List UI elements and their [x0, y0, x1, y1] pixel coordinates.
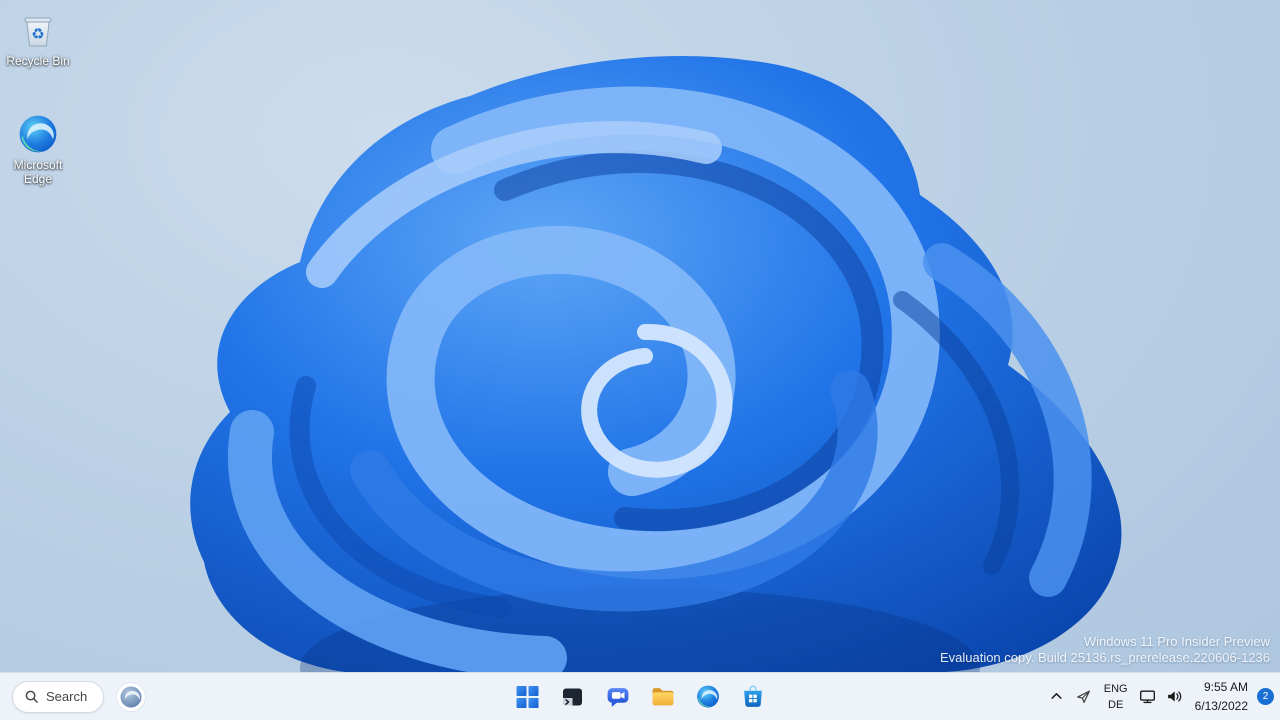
windows-11-desktop: ♻ Recycle Bin Microsoft Edge Windows 11 …: [0, 0, 1280, 720]
terminal-icon: [563, 688, 582, 705]
speaker-icon: [1168, 691, 1182, 702]
windows-start-icon: [516, 685, 539, 708]
ethernet-network-icon: [1140, 690, 1156, 704]
taskbar-left: Search: [12, 673, 147, 720]
language-secondary: DE: [1108, 698, 1124, 711]
chevron-up-icon: [1051, 693, 1062, 699]
desktop-wallpaper: ♻ Recycle Bin Microsoft Edge Windows 11 …: [0, 0, 1280, 672]
taskbar: Search ENG DE 9:55 AM 6/13/2022 2: [0, 672, 1280, 720]
hidden-icons-button[interactable]: [1044, 680, 1070, 714]
file-explorer-icon: [652, 688, 673, 706]
microsoft-store-button[interactable]: [733, 677, 773, 717]
language-primary: ENG: [1103, 682, 1128, 695]
volume-button[interactable]: [1162, 680, 1188, 714]
search-icon: [25, 690, 38, 703]
edge-button[interactable]: [688, 677, 728, 717]
tray-app-button[interactable]: [1071, 680, 1097, 714]
svg-text:♻: ♻: [31, 26, 44, 43]
search-box[interactable]: Search: [12, 680, 105, 713]
system-tray: ENG DE 9:55 AM 6/13/2022 2: [1044, 673, 1278, 720]
clock-and-date[interactable]: 9:55 AM 6/13/2022: [1189, 680, 1254, 714]
desktop-icon-label-microsoft-edge: Microsoft Edge: [13, 158, 63, 186]
microsoft-store-icon: [743, 685, 762, 707]
language-indicator[interactable]: ENG DE: [1098, 680, 1134, 714]
search-highlights-icon: [120, 686, 142, 707]
start-button[interactable]: [508, 677, 548, 717]
desktop-icon-microsoft-edge[interactable]: Microsoft Edge: [0, 112, 76, 186]
watermark-line1: Windows 11 Pro Insider Preview: [1083, 634, 1270, 649]
file-explorer-button[interactable]: [643, 677, 683, 717]
insider-watermark: Windows 11 Pro Insider Preview Evaluatio…: [940, 634, 1270, 666]
watermark-line2: Evaluation copy. Build 25136.rs_prerelea…: [939, 650, 1270, 665]
edge-icon: [16, 112, 60, 156]
taskbar-center: [508, 673, 773, 720]
tray-date: 6/13/2022: [1194, 698, 1248, 713]
notification-count-badge[interactable]: 2: [1257, 688, 1274, 705]
network-button[interactable]: [1135, 680, 1161, 714]
search-label: Search: [46, 689, 88, 704]
search-highlights-button[interactable]: [116, 681, 147, 712]
desktop-icon-label-recycle-bin: Recycle Bin: [6, 54, 70, 68]
recycle-bin-icon: ♻: [16, 8, 60, 52]
terminal-button[interactable]: [553, 677, 593, 717]
chat-icon: [607, 688, 628, 707]
paper-plane-icon: [1077, 690, 1091, 703]
edge-taskbar-icon: [696, 685, 719, 708]
bloom-wallpaper-graphic: [190, 56, 1122, 672]
tray-time: 9:55 AM: [1203, 679, 1248, 694]
desktop-icon-recycle-bin[interactable]: ♻ Recycle Bin: [0, 8, 76, 68]
notification-count: 2: [1262, 691, 1269, 702]
chat-button[interactable]: [598, 677, 638, 717]
